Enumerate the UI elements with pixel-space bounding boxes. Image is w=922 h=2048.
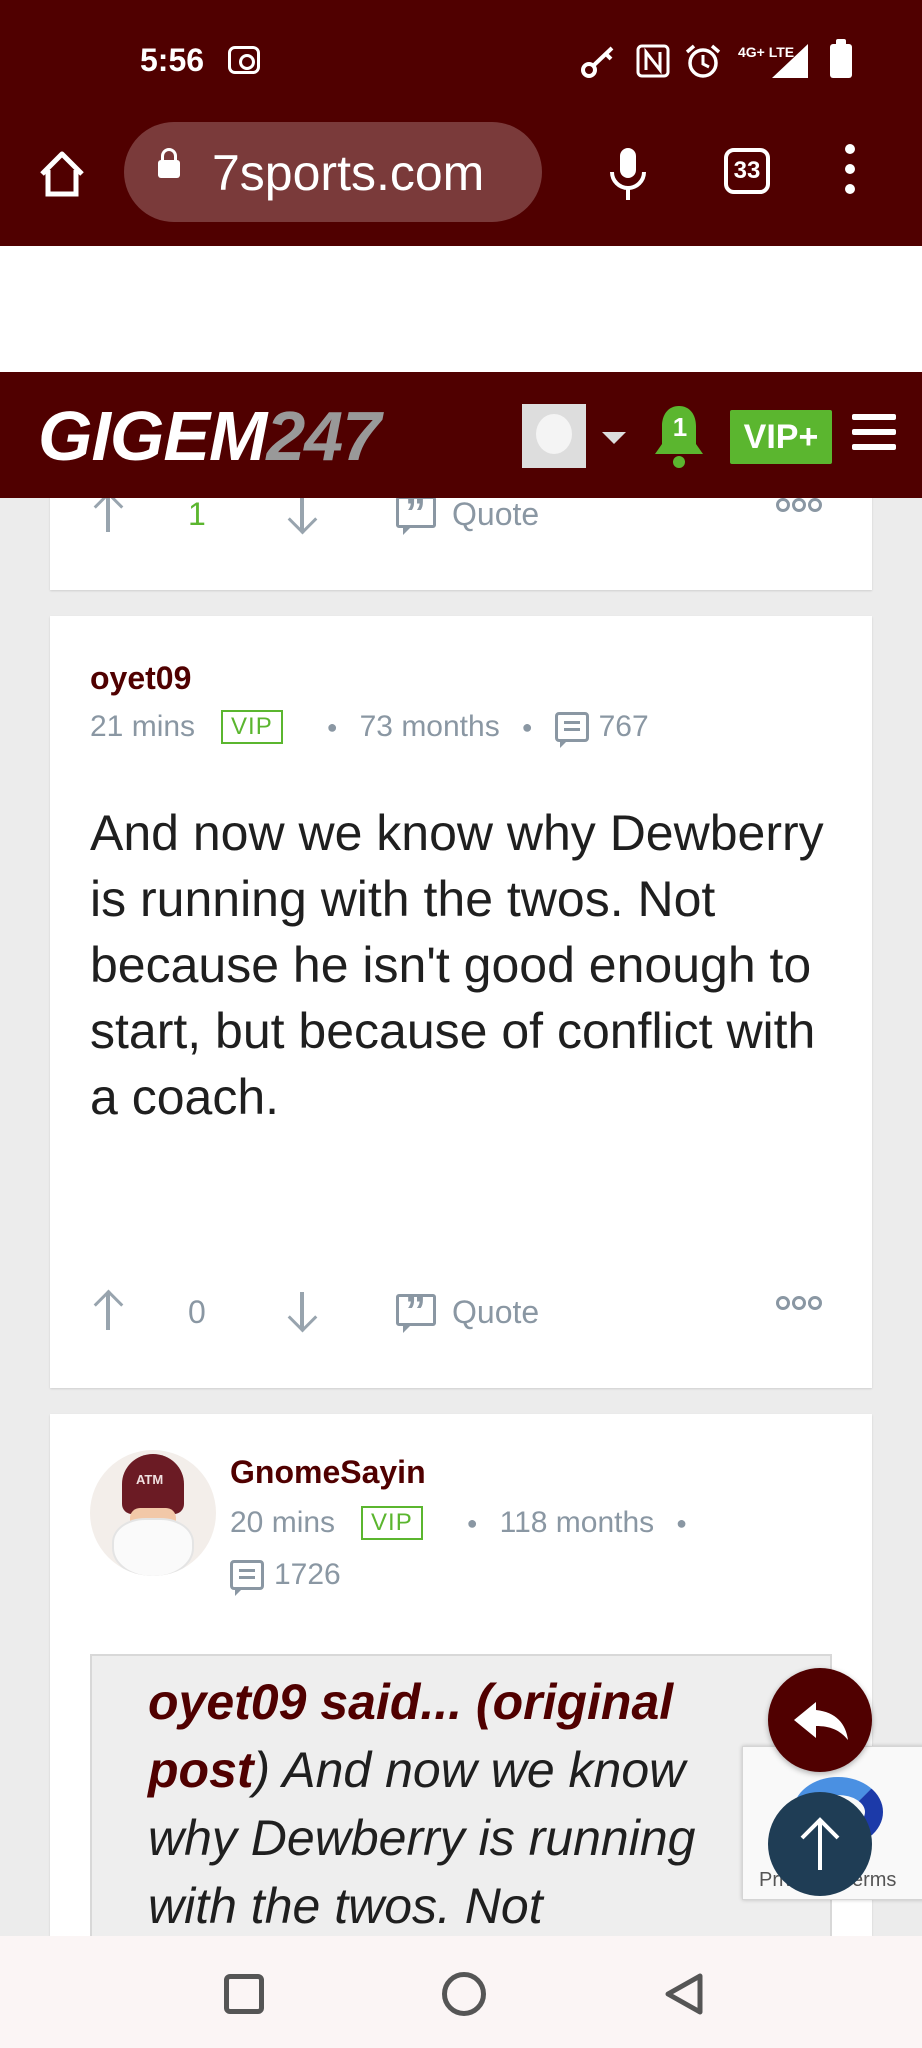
- separator: ●: [521, 716, 533, 737]
- quote-icon[interactable]: [396, 1287, 436, 1335]
- post-count: 1726: [274, 1558, 341, 1591]
- vip-badge: VIP: [221, 710, 283, 744]
- quoted-text: oyet09 said... (original post) And now w…: [148, 1668, 768, 1936]
- reply-button[interactable]: [768, 1668, 872, 1772]
- notification-count: 1: [672, 412, 688, 442]
- site-header: GIGEM247 1 VIP+: [0, 372, 922, 498]
- chevron-down-icon[interactable]: [602, 432, 626, 444]
- member-tenure: 73 months: [359, 710, 500, 743]
- scroll-to-top-button[interactable]: [768, 1792, 872, 1896]
- post-meta-count: 1726: [230, 1558, 341, 1596]
- screen-record-icon: [228, 46, 260, 74]
- more-options-icon[interactable]: [842, 144, 858, 204]
- separator: ●: [466, 1512, 478, 1533]
- quote-button[interactable]: Quote: [452, 1294, 539, 1331]
- alarm-icon: [685, 44, 721, 78]
- back-icon[interactable]: [662, 1972, 706, 2016]
- downvote-icon[interactable]: [300, 494, 304, 532]
- post-time: 21 mins: [90, 710, 196, 743]
- signal-icon: [772, 44, 808, 78]
- post-meta: 21 mins VIP ● 73 months ● 767: [90, 710, 649, 748]
- url-text: 7sports.com: [212, 145, 485, 201]
- nfc-icon: [636, 44, 670, 78]
- post-meta: 20 mins VIP ● 118 months ●: [230, 1506, 709, 1540]
- browser-toolbar: 7sports.com 33: [0, 120, 922, 246]
- key-icon: [581, 46, 614, 78]
- arrow-up-icon: [800, 1817, 840, 1870]
- comment-icon: [230, 1560, 264, 1596]
- separator: ●: [326, 716, 338, 737]
- reply-icon: [794, 1702, 848, 1740]
- upvote-icon[interactable]: [106, 494, 110, 532]
- separator: ●: [676, 1512, 688, 1533]
- more-icon[interactable]: [776, 498, 828, 516]
- quote-icon[interactable]: [396, 489, 436, 537]
- lock-icon: [158, 148, 180, 178]
- address-bar[interactable]: 7sports.com: [124, 122, 542, 222]
- comment-icon: [554, 712, 589, 748]
- menu-icon[interactable]: [852, 414, 896, 454]
- vip-plus-button[interactable]: VIP+: [730, 410, 832, 464]
- post-time: 20 mins: [230, 1506, 336, 1539]
- quoted-post: oyet09 said... (original post) And now w…: [90, 1654, 832, 1936]
- more-icon[interactable]: [776, 1296, 828, 1314]
- post-card: oyet09 21 mins VIP ● 73 months ● 767 And…: [50, 616, 872, 1388]
- post-username[interactable]: oyet09: [90, 660, 191, 697]
- microphone-icon[interactable]: [604, 144, 652, 204]
- home-nav-icon[interactable]: [442, 1972, 486, 2016]
- tab-switcher-button[interactable]: 33: [724, 148, 770, 194]
- downvote-icon[interactable]: [300, 1292, 304, 1330]
- user-avatar[interactable]: [522, 404, 586, 468]
- status-bar: 5:56 4G+ LTE: [0, 0, 922, 120]
- avatar[interactable]: [90, 1450, 216, 1576]
- post-actions: 0 Quote: [50, 1287, 872, 1352]
- status-time: 5:56: [140, 42, 205, 78]
- system-nav-bar: [0, 1936, 922, 2048]
- battery-icon: [830, 39, 852, 78]
- member-tenure: 118 months: [499, 1506, 655, 1539]
- post-body: And now we know why Dewberry is running …: [90, 805, 824, 1125]
- upvote-icon[interactable]: [106, 1292, 110, 1330]
- recents-icon[interactable]: [224, 1974, 264, 2014]
- ad-space: [0, 246, 922, 372]
- vote-count: 0: [188, 1294, 206, 1330]
- home-icon[interactable]: [36, 148, 88, 200]
- quote-button[interactable]: Quote: [452, 496, 539, 533]
- post-actions: 1 Quote: [50, 489, 872, 554]
- post-username[interactable]: GnomeSayin: [230, 1454, 426, 1491]
- vote-count: 1: [188, 496, 206, 532]
- site-logo[interactable]: GIGEM247: [38, 396, 381, 476]
- post-count: 767: [598, 710, 649, 743]
- vip-badge: VIP: [361, 1506, 423, 1540]
